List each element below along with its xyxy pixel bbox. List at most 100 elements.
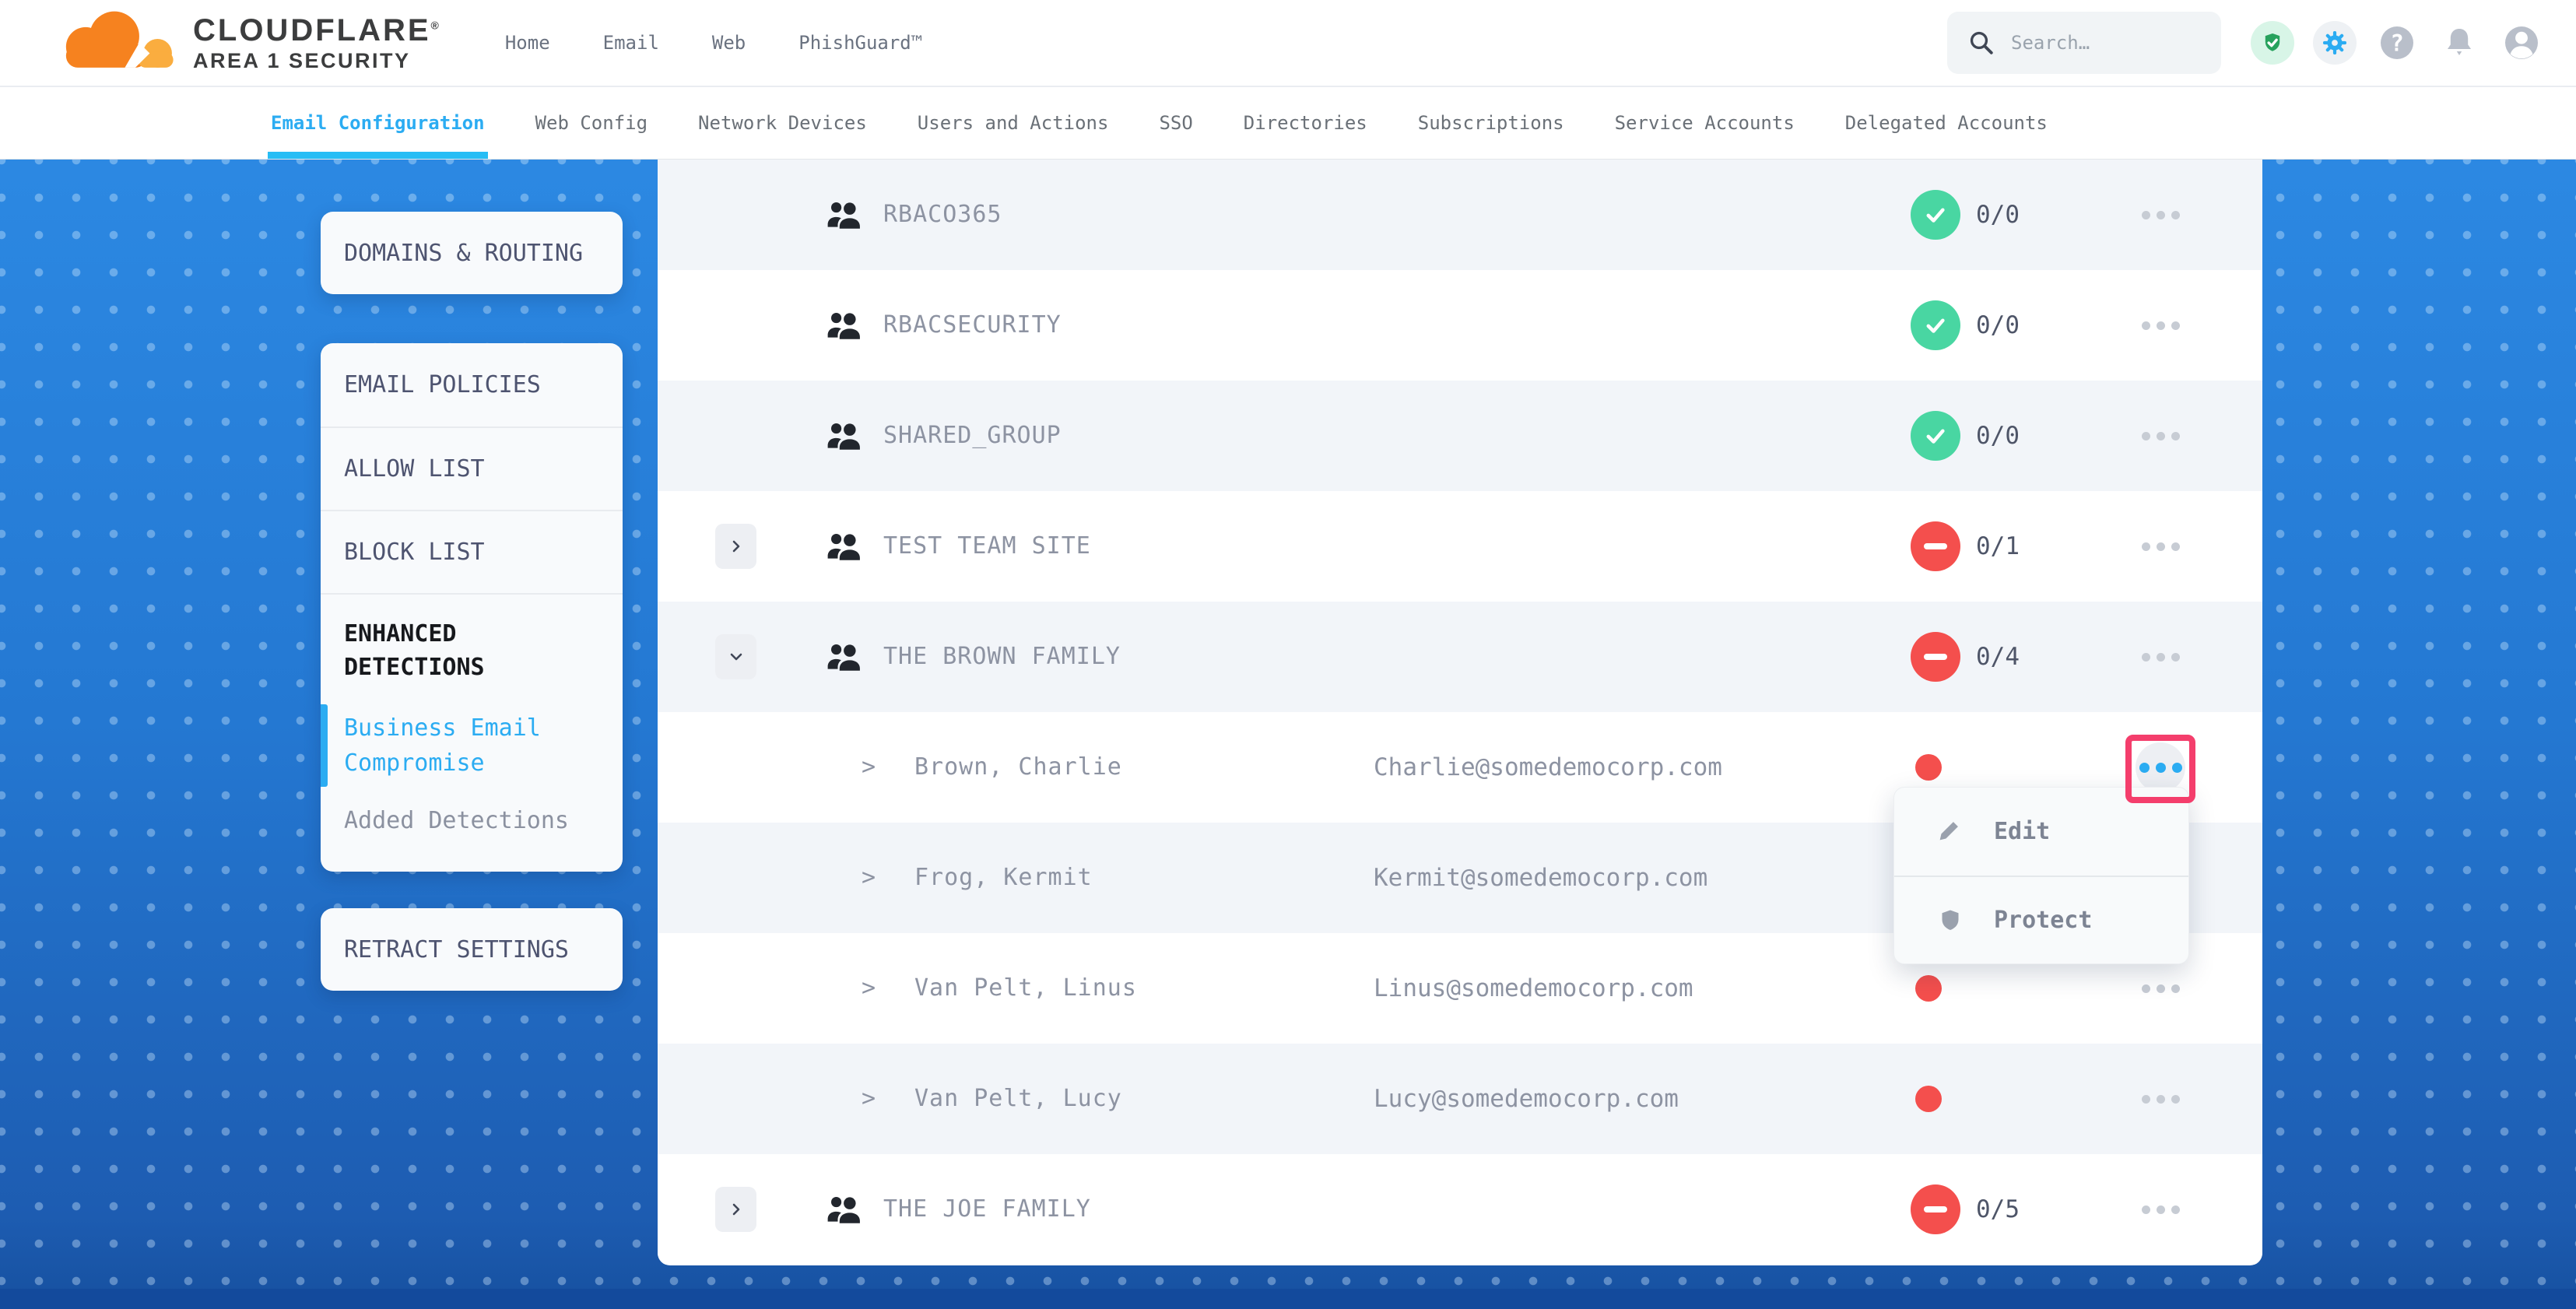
page: { "header": { "brand": { "name": "CLOUDF… <box>0 0 2576 1309</box>
minus-icon <box>1924 543 1947 549</box>
minus-icon <box>1924 654 1947 660</box>
expand-toggle-button[interactable] <box>715 634 756 679</box>
group-icon <box>826 642 862 675</box>
search-box[interactable] <box>1947 12 2221 74</box>
sidebar-item-business-email-compromise[interactable]: Business Email Compromise <box>344 711 549 781</box>
protected-count: 0/0 <box>1976 160 2020 270</box>
row-name: RBACO365 <box>883 160 1002 270</box>
tab-network-devices[interactable]: Network Devices <box>698 87 867 159</box>
brand-name: CLOUDFLARE® <box>193 14 441 47</box>
child-chevron-icon: > <box>862 1044 876 1154</box>
protected-count: 0/4 <box>1976 602 2020 712</box>
notifications-bell-icon[interactable] <box>2437 21 2481 65</box>
check-icon <box>1922 423 1949 449</box>
child-chevron-icon: > <box>862 712 876 823</box>
expand-toggle-button[interactable] <box>715 1187 756 1232</box>
nav-item-web[interactable]: Web <box>712 32 746 54</box>
status-badge <box>1911 190 1960 240</box>
row-name: Brown, Charlie <box>914 712 1122 823</box>
sidebar-item-allow-list[interactable]: ALLOW LIST <box>321 426 623 510</box>
row-email: Lucy@somedemocorp.com <box>1374 1044 1679 1154</box>
row-menu-button[interactable] <box>2136 411 2185 461</box>
tab-users-and-actions[interactable]: Users and Actions <box>918 87 1109 159</box>
status-badge <box>1911 300 1960 350</box>
unprotected-dot <box>1915 754 1942 781</box>
row-menu-button[interactable] <box>2136 632 2185 682</box>
cloudflare-logo: CLOUDFLARE® AREA 1 SECURITY <box>48 10 441 75</box>
row-email: Kermit@somedemocorp.com <box>1374 823 1707 933</box>
brand-subtitle: AREA 1 SECURITY <box>193 50 441 72</box>
unprotected-dot <box>1915 1086 1942 1112</box>
search-icon <box>1967 29 1995 57</box>
sidebar-item-label: DOMAINS & ROUTING <box>344 240 583 267</box>
status-badge <box>1911 411 1960 461</box>
row-menu-button[interactable] <box>2136 1184 2185 1234</box>
tab-delegated-accounts[interactable]: Delegated Accounts <box>1845 87 2048 159</box>
tab-subscriptions[interactable]: Subscriptions <box>1418 87 1564 159</box>
protection-shield-check-icon[interactable] <box>2251 21 2294 65</box>
nav-item-phishguard[interactable]: PhishGuard™ <box>798 32 922 54</box>
tab-directories[interactable]: Directories <box>1244 87 1367 159</box>
sidebar-item-retract-settings[interactable]: RETRACT SETTINGS <box>321 908 623 991</box>
sidebar-item-added-detections[interactable]: Added Detections <box>344 807 599 834</box>
menu-item-protect[interactable]: Protect <box>1894 876 2188 963</box>
chevron-icon <box>727 537 746 556</box>
sidebar-item-domains-routing[interactable]: DOMAINS & ROUTING <box>321 212 623 294</box>
check-icon <box>1922 312 1949 339</box>
row-name: THE BROWN FAMILY <box>883 602 1121 712</box>
status-badge <box>1911 1184 1960 1234</box>
tab-web-config[interactable]: Web Config <box>535 87 648 159</box>
sidebar-item-label: RETRACT SETTINGS <box>344 936 569 963</box>
child-chevron-icon: > <box>862 823 876 933</box>
groups-table: > RBACO365 0/0 > RBACSECURITY <box>658 160 2262 1265</box>
row-menu-button[interactable] <box>2136 963 2185 1013</box>
group-icon <box>826 532 862 564</box>
help-icon[interactable]: ? <box>2375 21 2419 65</box>
tab-service-accounts[interactable]: Service Accounts <box>1615 87 1795 159</box>
menu-item-label: Protect <box>1994 907 2092 934</box>
header-icons: ? <box>2251 21 2543 65</box>
row-menu-button[interactable] <box>2136 521 2185 571</box>
row-menu-button[interactable] <box>2136 300 2185 350</box>
protected-count: 0/5 <box>1976 1154 2020 1265</box>
menu-item-edit[interactable]: Edit <box>1894 788 2188 876</box>
user-avatar-icon[interactable] <box>2500 21 2543 65</box>
table-row: > Van Pelt, Lucy Lucy@somedemocorp.com <box>658 1044 2262 1154</box>
groups-table-panel: > RBACO365 0/0 > RBACSECURITY <box>658 160 2262 1265</box>
expand-toggle-button[interactable] <box>715 524 756 569</box>
sidebar-item-block-list[interactable]: BLOCK LIST <box>321 510 623 593</box>
search-input[interactable] <box>2011 32 2182 54</box>
config-tabs: Email Configuration Web Config Network D… <box>0 87 2576 160</box>
row-name: SHARED_GROUP <box>883 381 1062 491</box>
unprotected-dot <box>1915 975 1942 1002</box>
header-nav: Home Email Web PhishGuard™ <box>505 32 922 54</box>
check-icon <box>1922 202 1949 228</box>
cloudflare-cloud-icon <box>48 10 181 75</box>
nav-item-email[interactable]: Email <box>603 32 659 54</box>
nav-item-home[interactable]: Home <box>505 32 550 54</box>
row-menu-button[interactable] <box>2136 190 2185 240</box>
minus-icon <box>1924 1206 1947 1212</box>
registered-mark: ® <box>431 19 441 32</box>
protected-count: 0/1 <box>1976 491 2020 602</box>
sidebar-item-email-policies[interactable]: EMAIL POLICIES <box>321 343 623 426</box>
table-row: > SHARED_GROUP 0/0 <box>658 381 2262 491</box>
table-row: > THE JOE FAMILY 0/5 <box>658 1154 2262 1265</box>
row-menu-button[interactable] <box>2136 742 2185 792</box>
sidebar-enhanced-detections-section: ENHANCED DETECTIONS Business Email Compr… <box>321 593 623 872</box>
chevron-icon <box>727 647 746 666</box>
group-icon <box>826 311 862 343</box>
row-name: TEST TEAM SITE <box>883 491 1091 602</box>
menu-item-label: Edit <box>1994 818 2050 845</box>
row-menu-button[interactable] <box>2136 1074 2185 1124</box>
shield-icon <box>1936 907 1964 935</box>
enhanced-detections-title: ENHANCED DETECTIONS <box>344 618 539 684</box>
protected-count: 0/0 <box>1976 270 2020 381</box>
table-row: > TEST TEAM SITE 0/1 <box>658 491 2262 602</box>
settings-gear-icon[interactable] <box>2313 21 2357 65</box>
row-email: Charlie@somedemocorp.com <box>1374 712 1722 823</box>
status-badge <box>1911 521 1960 571</box>
row-name: THE JOE FAMILY <box>883 1154 1091 1265</box>
tab-sso[interactable]: SSO <box>1159 87 1192 159</box>
tab-email-configuration[interactable]: Email Configuration <box>271 87 485 159</box>
